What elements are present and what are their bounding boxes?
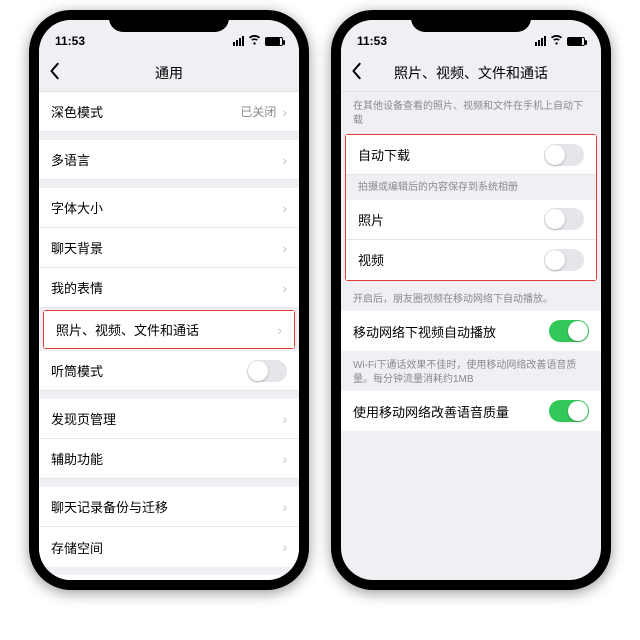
row-label: 深色模式: [51, 102, 103, 121]
row-accessibility[interactable]: 辅助功能 ›: [39, 439, 299, 479]
row-media[interactable]: 照片、视频、文件和通话 ›: [44, 311, 294, 348]
row-darkmode[interactable]: 深色模式 已关闭 ›: [39, 92, 299, 132]
row-autoplay[interactable]: 移动网络下视频自动播放: [341, 311, 601, 351]
row-language[interactable]: 多语言 ›: [39, 140, 299, 180]
chevron-right-icon: ›: [282, 200, 287, 216]
chevron-right-icon: ›: [282, 451, 287, 467]
chevron-right-icon: ›: [282, 152, 287, 168]
status-right: [233, 35, 283, 48]
content-right: 在其他设备查看的照片、视频和文件在手机上自动下载 自动下载 拍摄或编辑后的内容保…: [341, 92, 601, 580]
chevron-right-icon: ›: [282, 411, 287, 427]
highlight-save-group: 自动下载 拍摄或编辑后的内容保存到系统相册 照片 视频: [345, 134, 597, 281]
row-clear-chat[interactable]: 清空聊天记录: [39, 575, 299, 580]
content-left: 深色模式 已关闭 › 多语言 › 字体大小 › 聊天背景 › 我的表: [39, 92, 299, 580]
status-time: 11:53: [55, 34, 85, 48]
highlight-media-row: 照片、视频、文件和通话 ›: [43, 310, 295, 349]
row-label: 发现页管理: [51, 409, 116, 428]
chevron-left-icon: [351, 62, 363, 80]
toggle-photo[interactable]: [544, 208, 584, 230]
wifi-icon: [248, 35, 261, 48]
nav-bar: 通用: [39, 54, 299, 92]
row-label: 字体大小: [51, 198, 103, 217]
row-backup[interactable]: 聊天记录备份与迁移 ›: [39, 487, 299, 527]
group-header-autodl: 在其他设备查看的照片、视频和文件在手机上自动下载: [341, 92, 601, 132]
row-auto-download[interactable]: 自动下载: [346, 135, 596, 175]
row-label: 我的表情: [51, 278, 103, 297]
battery-icon: [567, 37, 585, 46]
row-video[interactable]: 视频: [346, 240, 596, 280]
toggle-earpiece[interactable]: [247, 360, 287, 382]
row-label: 多语言: [51, 150, 90, 169]
chevron-right-icon: ›: [282, 104, 287, 120]
back-button[interactable]: [49, 62, 61, 84]
screen-right: 11:53 照片、视频、文件和通话 在其他设备查看的照片、视频和文件在手机上自动…: [341, 20, 601, 580]
wifi-icon: [550, 35, 563, 48]
signal-icon: [233, 36, 244, 46]
row-label: 使用移动网络改善语音质量: [353, 402, 509, 421]
row-stickers[interactable]: 我的表情 ›: [39, 268, 299, 308]
chevron-right-icon: ›: [282, 280, 287, 296]
chevron-right-icon: ›: [282, 240, 287, 256]
row-label: 移动网络下视频自动播放: [353, 322, 496, 341]
battery-icon: [265, 37, 283, 46]
row-label: 视频: [358, 250, 384, 269]
row-earpiece[interactable]: 听筒模式: [39, 351, 299, 391]
row-storage[interactable]: 存储空间 ›: [39, 527, 299, 567]
chevron-right-icon: ›: [277, 322, 282, 338]
group-header-save: 拍摄或编辑后的内容保存到系统相册: [346, 175, 596, 200]
phone-mock-left: 11:53 通用 深色模式 已关闭 ›: [29, 10, 309, 590]
status-time: 11:53: [357, 34, 387, 48]
back-button[interactable]: [351, 62, 363, 84]
row-chatbg[interactable]: 聊天背景 ›: [39, 228, 299, 268]
notch: [109, 10, 229, 32]
row-label: 听筒模式: [51, 361, 103, 380]
row-photo[interactable]: 照片: [346, 200, 596, 240]
notch: [411, 10, 531, 32]
group-header-autoplay: 开启后，朋友圈视频在移动网络下自动播放。: [341, 285, 601, 312]
chevron-left-icon: [49, 62, 61, 80]
row-discover[interactable]: 发现页管理 ›: [39, 399, 299, 439]
row-label: 辅助功能: [51, 449, 103, 468]
page-title: 通用: [155, 63, 183, 83]
toggle-voice-quality[interactable]: [549, 400, 589, 422]
nav-bar: 照片、视频、文件和通话: [341, 54, 601, 92]
toggle-autoplay[interactable]: [549, 320, 589, 342]
page-title: 照片、视频、文件和通话: [394, 63, 548, 83]
row-label: 照片: [358, 210, 384, 229]
row-value: 已关闭: [240, 103, 276, 120]
row-label: 聊天记录备份与迁移: [51, 497, 168, 516]
signal-icon: [535, 36, 546, 46]
screen-left: 11:53 通用 深色模式 已关闭 ›: [39, 20, 299, 580]
row-label: 存储空间: [51, 538, 103, 557]
status-right: [535, 35, 585, 48]
row-voice-quality[interactable]: 使用移动网络改善语音质量: [341, 391, 601, 431]
group-header-voice: Wi-Fi下通话效果不佳时，使用移动网络改善语音质量。每分钟流量消耗约1MB: [341, 351, 601, 391]
chevron-right-icon: ›: [282, 539, 287, 555]
toggle-video[interactable]: [544, 249, 584, 271]
phone-mock-right: 11:53 照片、视频、文件和通话 在其他设备查看的照片、视频和文件在手机上自动…: [331, 10, 611, 590]
row-fontsize[interactable]: 字体大小 ›: [39, 188, 299, 228]
chevron-right-icon: ›: [282, 499, 287, 515]
row-label: 聊天背景: [51, 238, 103, 257]
toggle-auto-download[interactable]: [544, 144, 584, 166]
row-label: 照片、视频、文件和通话: [56, 320, 199, 339]
row-label: 自动下载: [358, 145, 410, 164]
